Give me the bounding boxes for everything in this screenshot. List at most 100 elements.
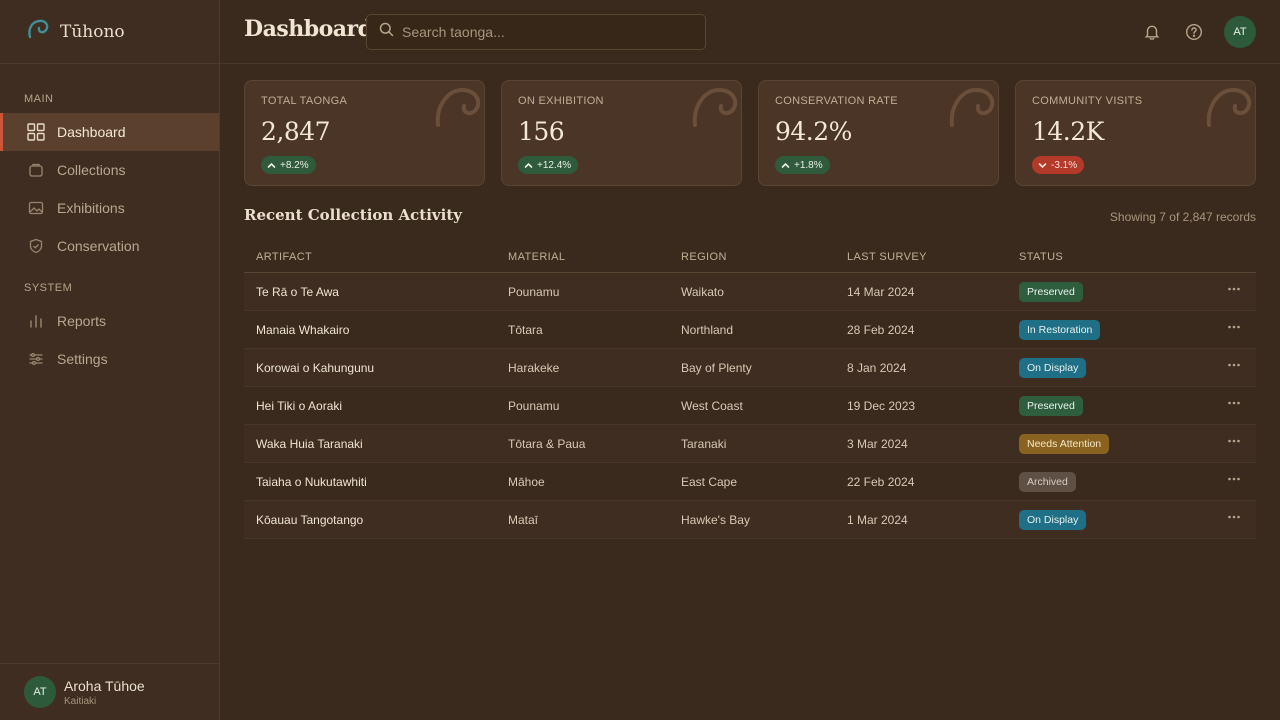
chevron-up-icon [267, 162, 276, 168]
stat-card-on-exhibition: ON EXHIBITION 156 +12.4% [501, 80, 742, 186]
search-input[interactable] [402, 24, 692, 40]
cell-artifact: Korowai o Kahungunu [256, 361, 375, 375]
cell-artifact: Manaia Whakairo [256, 323, 350, 337]
cell-material: Tōtara & Paua [508, 437, 586, 451]
table-row[interactable]: Kōauau Tangotango Mataī Hawke's Bay 1 Mar 2… [244, 501, 1256, 539]
more-options-icon[interactable] [1226, 319, 1242, 335]
sidebar-item-label: Conservation [57, 238, 140, 254]
stat-change-badge: +1.8% [775, 156, 830, 174]
status-badge: Preserved [1019, 282, 1083, 302]
more-options-icon[interactable] [1226, 509, 1242, 525]
cell-region: Northland [681, 323, 734, 337]
table-row[interactable]: Waka Huia Taranaki Tōtara & Paua Taranaki 3… [244, 425, 1256, 463]
cell-region: East Cape [681, 475, 738, 489]
cell-artifact: Te Rā o Te Awa [256, 285, 339, 299]
column-header-last-survey[interactable]: LAST SURVEY [847, 251, 927, 263]
cell-last-survey: 22 Feb 2024 [847, 475, 915, 489]
brand[interactable]: Tūhono [0, 0, 219, 64]
sidebar-item-label: Reports [57, 313, 107, 329]
help-icon[interactable] [1184, 22, 1204, 42]
section-title: Recent Collection Activity [244, 206, 462, 224]
bell-icon[interactable] [1142, 22, 1162, 42]
app-name: Tūhono [60, 21, 125, 42]
chevron-down-icon [1038, 162, 1047, 168]
koru-icon [434, 83, 484, 134]
table-row[interactable]: Te Rā o Te Awa Pounamu Waikato 14 Mar 2024 P… [244, 273, 1256, 311]
sidebar: Tūhono MAIN Dashboard Collections Exhibi… [0, 0, 220, 720]
table-row[interactable]: Manaia Whakairo Tōtara Northland 28 Feb 202… [244, 311, 1256, 349]
chevron-up-icon [781, 162, 790, 168]
search-box[interactable] [366, 14, 706, 50]
cell-artifact: Kōauau Tangotango [256, 513, 364, 527]
cell-region: Taranaki [681, 437, 727, 451]
bar-chart-icon [26, 311, 46, 331]
cell-region: West Coast [681, 399, 743, 413]
status-badge: Needs Attention [1019, 434, 1110, 454]
stat-label: COMMUNITY VISITS [1032, 95, 1143, 107]
search-icon [379, 22, 394, 42]
koru-icon [1205, 83, 1255, 134]
shield-check-icon [26, 236, 46, 256]
sidebar-item-reports[interactable]: Reports [0, 302, 219, 340]
stat-change: -3.1% [1051, 159, 1078, 171]
stat-change: +12.4% [537, 159, 572, 171]
user-role: Kaitiaki [64, 695, 97, 707]
cell-artifact: Taiaha o Nukutawhiti [256, 475, 367, 489]
cell-last-survey: 28 Feb 2024 [847, 323, 915, 337]
stat-value: 156 [518, 117, 565, 146]
status-badge: On Display [1019, 358, 1087, 378]
cell-last-survey: 8 Jan 2024 [847, 361, 907, 375]
box-icon [26, 160, 46, 180]
stat-value: 2,847 [261, 117, 331, 146]
koru-icon [948, 83, 998, 134]
sidebar-item-label: Dashboard [57, 124, 126, 140]
more-options-icon[interactable] [1226, 281, 1242, 297]
cell-last-survey: 19 Dec 2023 [847, 399, 916, 413]
column-header-region[interactable]: REGION [681, 251, 727, 263]
column-header-artifact[interactable]: ARTIFACT [256, 251, 312, 263]
table-row[interactable]: Korowai o Kahungunu Harakeke Bay of Plenty… [244, 349, 1256, 387]
status-badge: Archived [1019, 472, 1076, 492]
status-badge: Preserved [1019, 396, 1083, 416]
cell-material: Harakeke [508, 361, 560, 375]
stat-label: CONSERVATION RATE [775, 95, 898, 107]
sidebar-item-exhibitions[interactable]: Exhibitions [0, 189, 219, 227]
user-name: Aroha Tūhoe [64, 677, 145, 694]
records-count: Showing 7 of 2,847 records [1109, 210, 1256, 224]
column-header-material[interactable]: MATERIAL [508, 251, 565, 263]
sidebar-item-label: Collections [57, 162, 126, 178]
header-avatar[interactable]: AT [1224, 16, 1256, 48]
cell-last-survey: 1 Mar 2024 [847, 513, 908, 527]
stat-label: TOTAL TAONGA [261, 95, 348, 107]
user-profile[interactable]: AT Aroha Tūhoe Kaitiaki [0, 663, 219, 720]
more-options-icon[interactable] [1226, 471, 1242, 487]
stat-change: +8.2% [280, 159, 309, 171]
cell-region: Hawke's Bay [681, 513, 750, 527]
column-header-status[interactable]: STATUS [1019, 251, 1063, 263]
stat-value: 14.2K [1032, 117, 1104, 146]
sidebar-item-collections[interactable]: Collections [0, 151, 219, 189]
chevron-up-icon [524, 162, 533, 168]
grid-icon [26, 122, 46, 142]
logo-icon [26, 18, 52, 45]
more-options-icon[interactable] [1226, 433, 1242, 449]
table-row[interactable]: Taiaha o Nukutawhiti Māhoe East Cape 22 Feb… [244, 463, 1256, 501]
cell-material: Mataī [508, 513, 539, 527]
stat-card-conservation-rate: CONSERVATION RATE 94.2% +1.8% [758, 80, 999, 186]
nav-section-main: MAIN Dashboard Collections Exhibitions C… [0, 93, 219, 265]
sidebar-item-conservation[interactable]: Conservation [0, 227, 219, 265]
sidebar-item-label: Settings [57, 351, 108, 367]
more-options-icon[interactable] [1226, 395, 1242, 411]
stat-change-badge: -3.1% [1032, 156, 1085, 174]
sidebar-item-settings[interactable]: Settings [0, 340, 219, 378]
stat-value: 94.2% [775, 117, 852, 146]
stat-change-badge: +8.2% [261, 156, 316, 174]
cell-region: Bay of Plenty [681, 361, 752, 375]
more-options-icon[interactable] [1226, 357, 1242, 373]
avatar: AT [24, 676, 56, 708]
table-row[interactable]: Hei Tiki o Aoraki Pounamu West Coast 19 Dec… [244, 387, 1256, 425]
cell-material: Tōtara [508, 323, 543, 337]
stat-card-total-taonga: TOTAL TAONGA 2,847 +8.2% [244, 80, 485, 186]
table-header: ARTIFACT MATERIAL REGION LAST SURVEY STA… [244, 240, 1256, 273]
sidebar-item-dashboard[interactable]: Dashboard [0, 113, 219, 151]
